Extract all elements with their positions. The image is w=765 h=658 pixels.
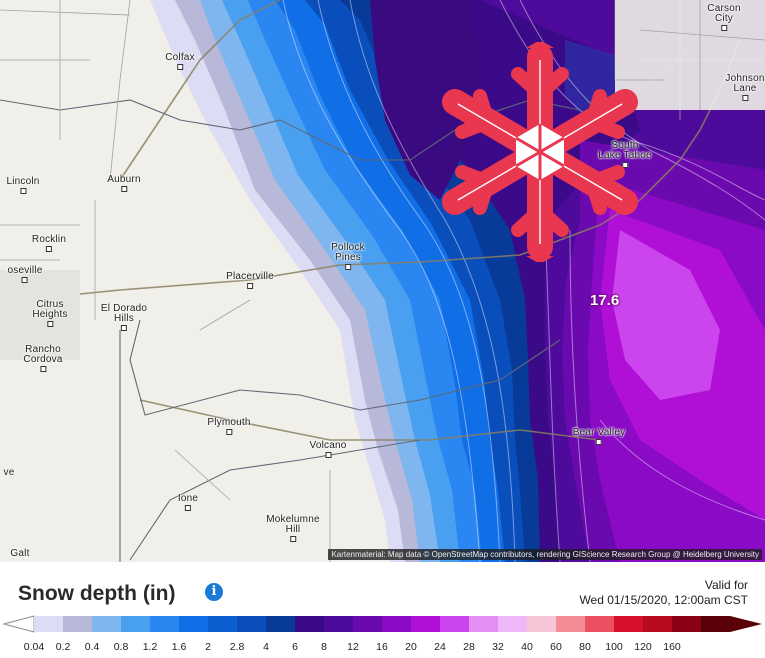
scale-tick-label: 0.04	[23, 641, 45, 653]
color-swatch	[701, 616, 731, 632]
valid-datetime: Wed 01/15/2020, 12:00am CST	[579, 593, 748, 607]
color-swatch	[208, 616, 238, 632]
place-label: Rancho Cordova	[23, 345, 62, 372]
place-label: Mokelumne Hill	[266, 515, 320, 542]
color-swatch	[498, 616, 528, 632]
map-canvas	[0, 0, 765, 562]
color-scale-bar	[2, 615, 762, 633]
snow-depth-map[interactable]: Colfax Carson City Johnson Lane Lincoln …	[0, 0, 765, 562]
color-swatch	[556, 616, 586, 632]
scale-tick-label: 160	[663, 641, 681, 653]
place-label: Plymouth	[207, 418, 250, 435]
color-swatch	[150, 616, 180, 632]
scale-tick-label: 4	[263, 641, 269, 653]
color-swatch	[614, 616, 644, 632]
scale-tick-label: 120	[634, 641, 652, 653]
scale-tick-label: 20	[405, 641, 417, 653]
info-icon[interactable]: i	[205, 583, 223, 601]
scale-tick-label: 1.2	[142, 641, 158, 653]
color-swatch	[63, 616, 93, 632]
place-label: Johnson Lane	[725, 74, 764, 101]
scale-tick-label: 60	[550, 641, 562, 653]
color-swatch	[411, 616, 441, 632]
valid-time: Valid for Wed 01/15/2020, 12:00am CST	[579, 578, 748, 608]
place-label: Bear Valley	[573, 428, 626, 445]
scale-tick-label: 12	[347, 641, 359, 653]
place-label: Auburn	[107, 175, 141, 192]
color-swatch	[643, 616, 673, 632]
scale-tick-label: 32	[492, 641, 504, 653]
scale-tick-label: 80	[579, 641, 591, 653]
scale-min-arrow	[2, 615, 35, 633]
map-attribution: Kartenmaterial: Map data © OpenStreetMap…	[328, 549, 762, 560]
color-swatch	[179, 616, 209, 632]
place-label: El Dorado Hills	[101, 304, 147, 331]
color-swatch	[266, 616, 296, 632]
color-swatch	[34, 616, 64, 632]
scale-tick-label: 0.2	[55, 641, 71, 653]
scale-tick-label: 0.4	[84, 641, 100, 653]
place-label: Lincoln	[6, 177, 39, 194]
place-label: ve	[3, 467, 15, 478]
place-label: Volcano	[310, 441, 347, 458]
scale-tick-label: 8	[321, 641, 327, 653]
color-swatch	[237, 616, 267, 632]
scale-tick-label: 2	[205, 641, 211, 653]
color-swatch	[92, 616, 122, 632]
place-label: Placerville	[226, 272, 274, 289]
place-label: Citrus Heights	[32, 300, 67, 327]
scale-tick-label: 24	[434, 641, 446, 653]
scale-tick-label: 100	[605, 641, 623, 653]
color-swatch	[382, 616, 412, 632]
scale-tick-label: 28	[463, 641, 475, 653]
legend-title: Snow depth (in)	[18, 582, 176, 605]
scale-tick-label: 1.6	[171, 641, 187, 653]
snowflake-icon[interactable]	[442, 42, 638, 262]
place-label: Ione	[178, 494, 198, 511]
color-swatch	[672, 616, 702, 632]
place-label: Carson City	[707, 4, 741, 31]
color-swatch	[353, 616, 383, 632]
scale-tick-label: 16	[376, 641, 388, 653]
color-swatch	[527, 616, 557, 632]
max-snow-value-label: 17.6	[590, 292, 620, 309]
color-swatch	[121, 616, 151, 632]
color-swatch	[295, 616, 325, 632]
color-swatch	[469, 616, 499, 632]
place-label: oseville	[8, 266, 43, 283]
scale-tick-label: 40	[521, 641, 533, 653]
scale-tick-label: 2.8	[229, 641, 245, 653]
color-swatch	[324, 616, 354, 632]
color-swatch	[440, 616, 470, 632]
place-label: Galt	[10, 548, 30, 559]
place-label: Pollock Pines	[331, 243, 365, 270]
place-label: Colfax	[165, 53, 195, 70]
scale-tick-label: 0.8	[113, 641, 129, 653]
scale-max-arrow	[730, 616, 762, 632]
place-label: Rocklin	[32, 235, 66, 252]
color-swatch	[585, 616, 615, 632]
valid-label: Valid for	[704, 578, 748, 592]
scale-tick-label: 6	[292, 641, 298, 653]
